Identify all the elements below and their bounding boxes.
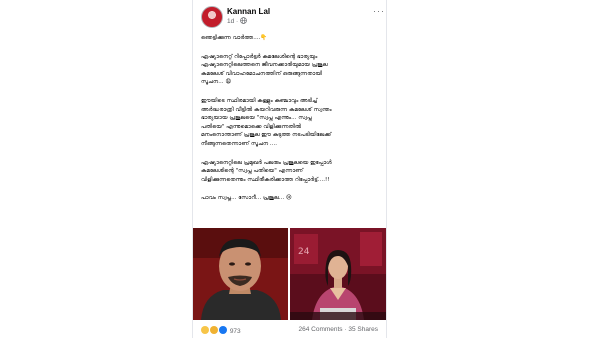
globe-icon <box>240 17 247 24</box>
author-avatar[interactable] <box>201 6 223 28</box>
facebook-post: Kannan Lal 1d · ··· ഞെട്ടിക്കുന്ന വാർത്ത… <box>192 0 387 338</box>
engagement-stats: 264 Comments · 35 Shares <box>298 326 378 333</box>
portrait-photo[interactable] <box>193 228 288 320</box>
meta-separator: · <box>236 18 239 25</box>
post-paragraph: പാവം സ്വപ്ന... സോറീ... പ്രജുല... 😢 <box>201 195 292 202</box>
like-reaction-icon <box>219 326 227 334</box>
post-paragraph: ഞെട്ടിക്കുന്ന വാർത്ത....👇 <box>201 35 268 41</box>
haha-reaction-icon <box>201 326 209 334</box>
post-paragraph: ഏഷ്യാനെറ്റ് റിപ്പോർട്ടർ കമലേശിന്റെ ഭാര്യ… <box>201 53 328 86</box>
reactions-summary[interactable]: 973 <box>201 326 241 335</box>
post-paragraph: ഈയിടെ സ്ഥിരമായി കള്ളും കഞ്ചാവും അടിച്ച് … <box>201 97 332 147</box>
post-text: ഞെട്ടിക്കുന്ന വാർത്ത....👇 ഏഷ്യാനെറ്റ് റി… <box>201 34 379 213</box>
comments-count[interactable]: 264 Comments <box>298 326 342 333</box>
news-anchor-photo[interactable]: 24 <box>290 228 386 320</box>
shares-count[interactable]: 35 Shares <box>348 326 378 333</box>
svg-text:24: 24 <box>298 247 310 257</box>
post-paragraph: ഏഷ്യാനെറ്റിലെ പ്രമുഖർ പലരും പ്രജുലയെ ഇപ്… <box>201 159 332 183</box>
post-photos: 24 <box>193 228 386 320</box>
more-options-button[interactable]: ··· <box>373 6 385 16</box>
post-meta: 1d · <box>227 17 247 25</box>
author-name[interactable]: Kannan Lal <box>227 7 270 16</box>
post-timestamp[interactable]: 1d <box>227 18 234 25</box>
stats-separator: · <box>344 326 347 333</box>
sad-reaction-icon <box>210 326 218 334</box>
reactions-count: 973 <box>229 328 241 335</box>
post-header: Kannan Lal 1d · ··· <box>201 6 384 28</box>
